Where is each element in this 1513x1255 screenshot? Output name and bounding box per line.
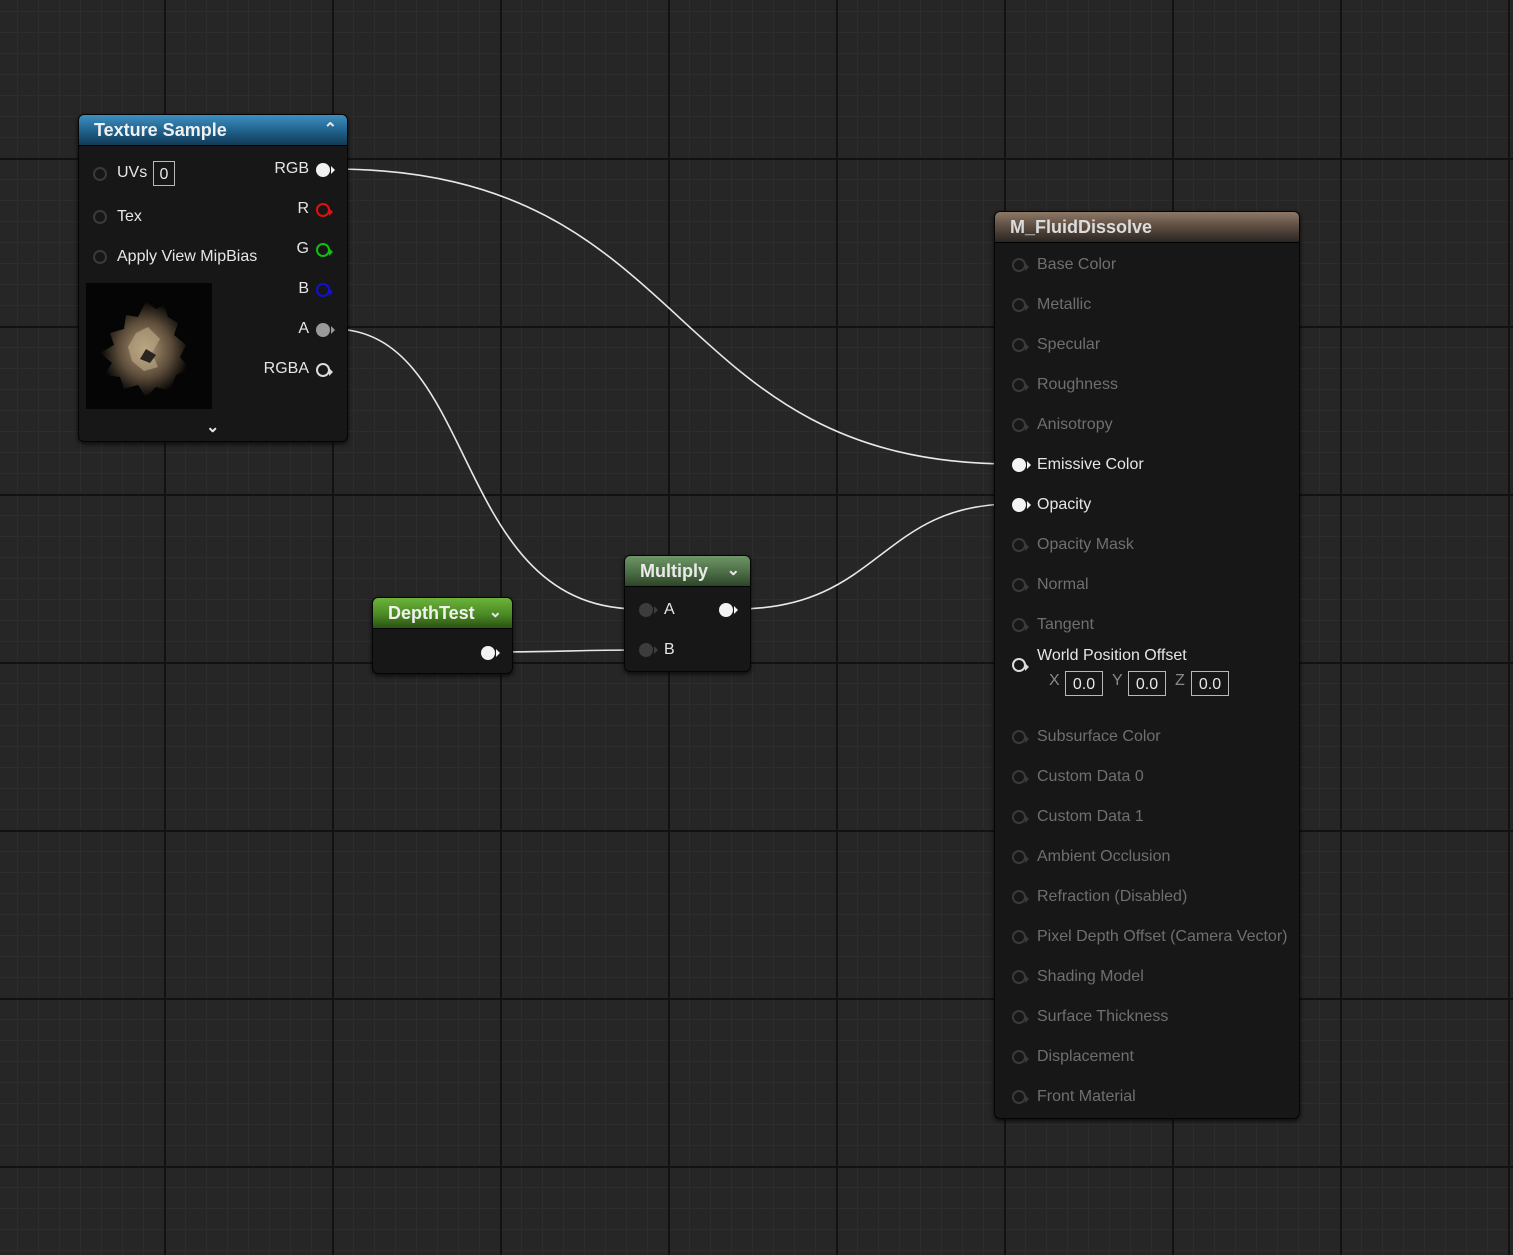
r-output-label: R [297,200,309,217]
material-result-node[interactable]: M_FluidDissolve Base Color Metallic Specul… [994,211,1300,1119]
pixel-depth-offset-camera-vector-label: Pixel Depth Offset (Camera Vector) [1037,928,1288,945]
tex-label: Tex [117,208,142,225]
apply-view-mipbias-label: Apply View MipBias [117,248,258,265]
wire-a-to-multiply-a [332,328,639,610]
ambient-occlusion-label: Ambient Occlusion [1037,848,1171,865]
wpo-y-axis-label: Y [1112,672,1123,689]
r-output-pin[interactable] [316,203,333,217]
depthtest-header[interactable]: DepthTest ⌄ [373,598,512,629]
metallic-input-pin[interactable] [1012,298,1029,312]
multiply-title: Multiply [640,561,708,581]
subsurface-color-label: Subsurface Color [1037,728,1161,745]
multiply-b-input-pin[interactable] [639,643,658,657]
material-title: M_FluidDissolve [1010,217,1153,237]
custom-data-1-input-pin[interactable] [1012,810,1029,824]
texture-sample-title: Texture Sample [94,120,227,140]
rgba-output-pin[interactable] [316,363,333,377]
a-output-pin[interactable] [316,323,335,337]
apply-view-mipbias-input-pin[interactable] [93,250,107,264]
custom-data-1-label: Custom Data 1 [1037,808,1144,825]
opacity-input-pin[interactable] [1012,498,1031,512]
rgb-output-label: RGB [274,160,309,177]
anisotropy-label: Anisotropy [1037,416,1113,433]
b-output-label: B [298,280,309,297]
wpo-x-axis-label: X [1049,672,1060,689]
multiply-b-label: B [664,641,675,658]
normal-label: Normal [1037,576,1089,593]
wire-rgb-to-emissive [332,168,1013,465]
tangent-input-pin[interactable] [1012,618,1029,632]
surface-thickness-input-pin[interactable] [1012,1010,1029,1024]
pixel-depth-offset-camera-vector-input-pin[interactable] [1012,930,1029,944]
tangent-label: Tangent [1037,616,1094,633]
emissive-color-input-pin[interactable] [1012,458,1031,472]
roughness-input-pin[interactable] [1012,378,1029,392]
wire-multiply-to-opacity [736,503,1013,610]
multiply-a-label: A [664,601,675,618]
world-position-offset-input-pin[interactable] [1012,658,1029,672]
multiply-chevron-down-icon[interactable]: ⌄ [727,556,740,586]
wpo-y-field[interactable]: 0.0 [1128,671,1166,696]
roughness-label: Roughness [1037,376,1118,393]
g-output-pin[interactable] [316,243,333,257]
refraction-disabled-label: Refraction (Disabled) [1037,888,1188,905]
ambient-occlusion-input-pin[interactable] [1012,850,1029,864]
wpo-z-field[interactable]: 0.0 [1191,671,1229,696]
multiply-a-input-pin[interactable] [639,603,658,617]
metallic-label: Metallic [1037,296,1092,313]
depthtest-node[interactable]: DepthTest ⌄ [372,597,513,674]
uvs-input-pin[interactable] [93,167,107,181]
wpo-z-axis-label: Z [1175,672,1185,689]
uvs-index-field[interactable]: 0 [153,161,175,186]
texture-preview-thumbnail [86,283,212,409]
displacement-input-pin[interactable] [1012,1050,1029,1064]
uvs-label: UVs [117,164,148,181]
opacity-mask-input-pin[interactable] [1012,538,1029,552]
depthtest-chevron-down-icon[interactable]: ⌄ [489,598,502,628]
emissive-color-label: Emissive Color [1037,456,1144,473]
wpo-x-field[interactable]: 0.0 [1065,671,1103,696]
b-output-pin[interactable] [316,283,333,297]
multiply-output-pin[interactable] [719,603,738,617]
material-header[interactable]: M_FluidDissolve [995,212,1299,243]
base-color-input-pin[interactable] [1012,258,1029,272]
rgba-output-label: RGBA [263,360,309,377]
base-color-label: Base Color [1037,256,1117,273]
specular-label: Specular [1037,336,1101,353]
multiply-header[interactable]: Multiply ⌄ [625,556,750,587]
refraction-disabled-input-pin[interactable] [1012,890,1029,904]
g-output-label: G [296,240,309,257]
subsurface-color-input-pin[interactable] [1012,730,1029,744]
front-material-input-pin[interactable] [1012,1090,1029,1104]
multiply-node[interactable]: Multiply ⌄ A B [624,555,751,672]
shading-model-input-pin[interactable] [1012,970,1029,984]
opacity-mask-label: Opacity Mask [1037,536,1134,553]
normal-input-pin[interactable] [1012,578,1029,592]
shading-model-label: Shading Model [1037,968,1144,985]
wire-depthtest-to-multiply-b [496,649,639,653]
specular-input-pin[interactable] [1012,338,1029,352]
world-position-offset-label: World Position Offset [1037,647,1187,664]
rgb-output-pin[interactable] [316,163,335,177]
anisotropy-input-pin[interactable] [1012,418,1029,432]
a-output-label: A [298,320,309,337]
collapse-chevron-up-icon[interactable]: ⌃ [324,115,337,145]
texture-sample-node[interactable]: Texture Sample ⌃ UVs 0 Tex Apply View Mi… [78,114,348,442]
custom-data-0-label: Custom Data 0 [1037,768,1144,785]
expand-chevron-down-icon[interactable]: ⌄ [206,417,219,437]
depthtest-output-pin[interactable] [481,646,500,660]
tex-input-pin[interactable] [93,210,107,224]
front-material-label: Front Material [1037,1088,1136,1105]
opacity-label: Opacity [1037,496,1092,513]
depthtest-title: DepthTest [388,603,475,623]
displacement-label: Displacement [1037,1048,1134,1065]
texture-sample-header[interactable]: Texture Sample ⌃ [79,115,347,146]
surface-thickness-label: Surface Thickness [1037,1008,1169,1025]
custom-data-0-input-pin[interactable] [1012,770,1029,784]
